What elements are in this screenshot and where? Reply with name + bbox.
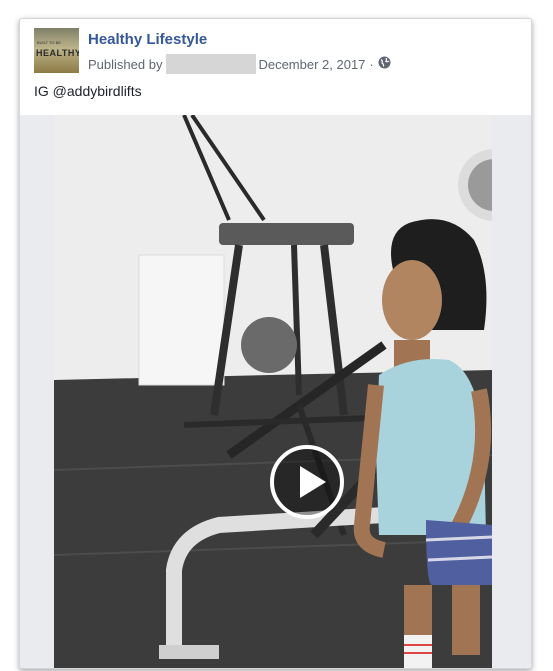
globe-icon (378, 56, 391, 72)
redacted-publisher (166, 54, 257, 74)
published-by-label: Published by (88, 56, 163, 72)
play-icon[interactable] (270, 445, 344, 519)
page-name-link[interactable]: Healthy Lifestyle (88, 31, 207, 48)
post-caption: IG @addybirdlifts (34, 83, 142, 99)
media-container (20, 115, 531, 668)
post-card: BUILT TO BE HEALTHY Healthy Lifestyle Pu… (19, 18, 532, 669)
avatar-top-text: BUILT TO BE (37, 40, 61, 45)
avatar-text: HEALTHY (36, 48, 79, 58)
page-avatar[interactable]: BUILT TO BE HEALTHY (34, 28, 79, 73)
post-date[interactable]: December 2, 2017 (258, 57, 365, 72)
meta-separator: · (369, 56, 374, 72)
post-meta: Published by December 2, 2017 · (88, 54, 391, 74)
play-triangle (300, 466, 326, 498)
video-frame (54, 115, 492, 668)
video-player[interactable] (54, 115, 492, 668)
